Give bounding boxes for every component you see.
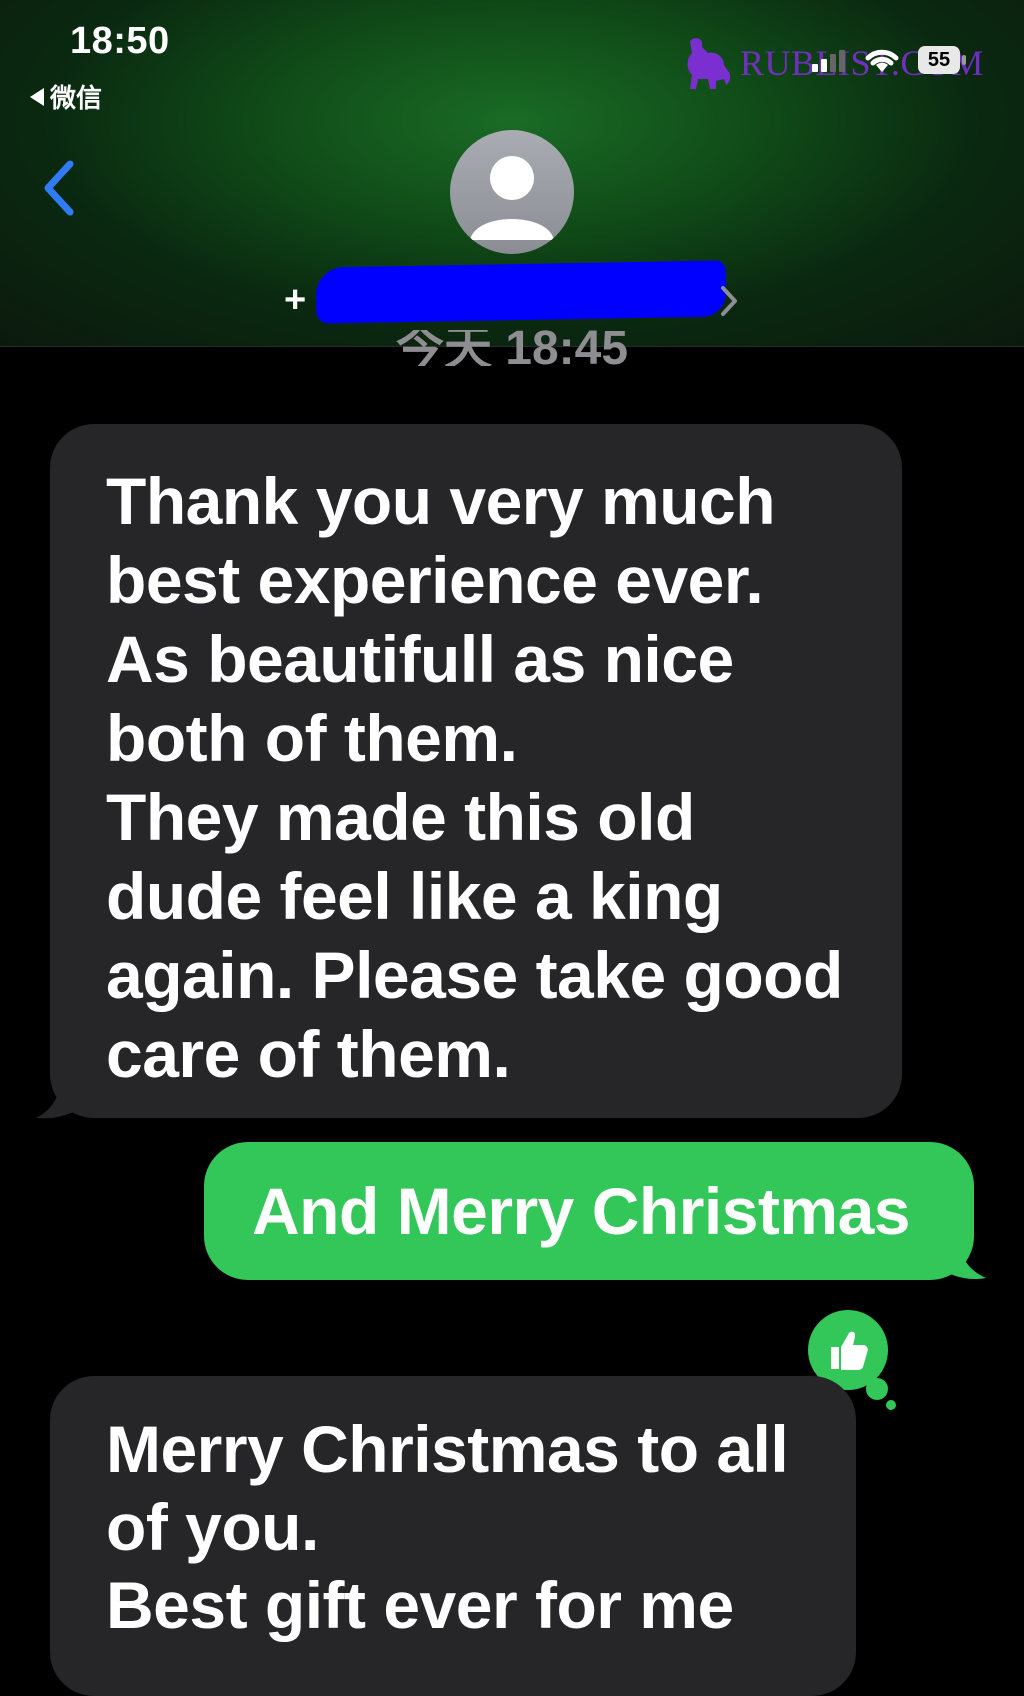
contact-name[interactable]: + [284,272,306,328]
bubble-tail [36,1070,92,1119]
received-message-bubble[interactable]: Thank you very much best experience ever… [50,424,902,1118]
return-app-label: 微信 [50,83,103,113]
bubble-tail [930,1232,986,1280]
back-chevron-icon[interactable] [40,158,80,218]
watermark-poodle-icon [687,38,731,89]
wifi-icon [865,49,899,72]
person-silhouette-icon [470,156,554,240]
contact-avatar[interactable] [450,130,574,254]
thumbs-up-icon [831,1331,868,1370]
received-message-bubble[interactable]: Merry Christmas to all of you. Best gift… [50,1376,856,1696]
chevron-right-icon[interactable] [718,284,740,318]
conversation-header: 18:50 微信 RUBLIST.COM 55 + [0,0,1024,347]
contact-prefix: + [284,278,307,321]
battery-cap [962,55,966,65]
cellular-signal-icon [812,50,845,72]
message-text: And Merry Christmas [252,1174,911,1248]
sent-message-bubble[interactable]: And Merry Christmas [204,1142,974,1280]
redacted-phone-number [315,260,727,324]
tapback-bubble-dot [886,1400,896,1410]
message-timestamp: 今天 18:45 [395,330,629,366]
message-text: Thank you very much best experience ever… [106,464,843,1091]
back-triangle-icon [30,87,44,106]
message-text: Merry Christmas to all of you. Best gift… [106,1412,789,1642]
return-to-app-link[interactable]: 微信 [30,78,102,115]
status-time: 18:50 [70,20,170,62]
battery-indicator: 55 [918,46,960,74]
